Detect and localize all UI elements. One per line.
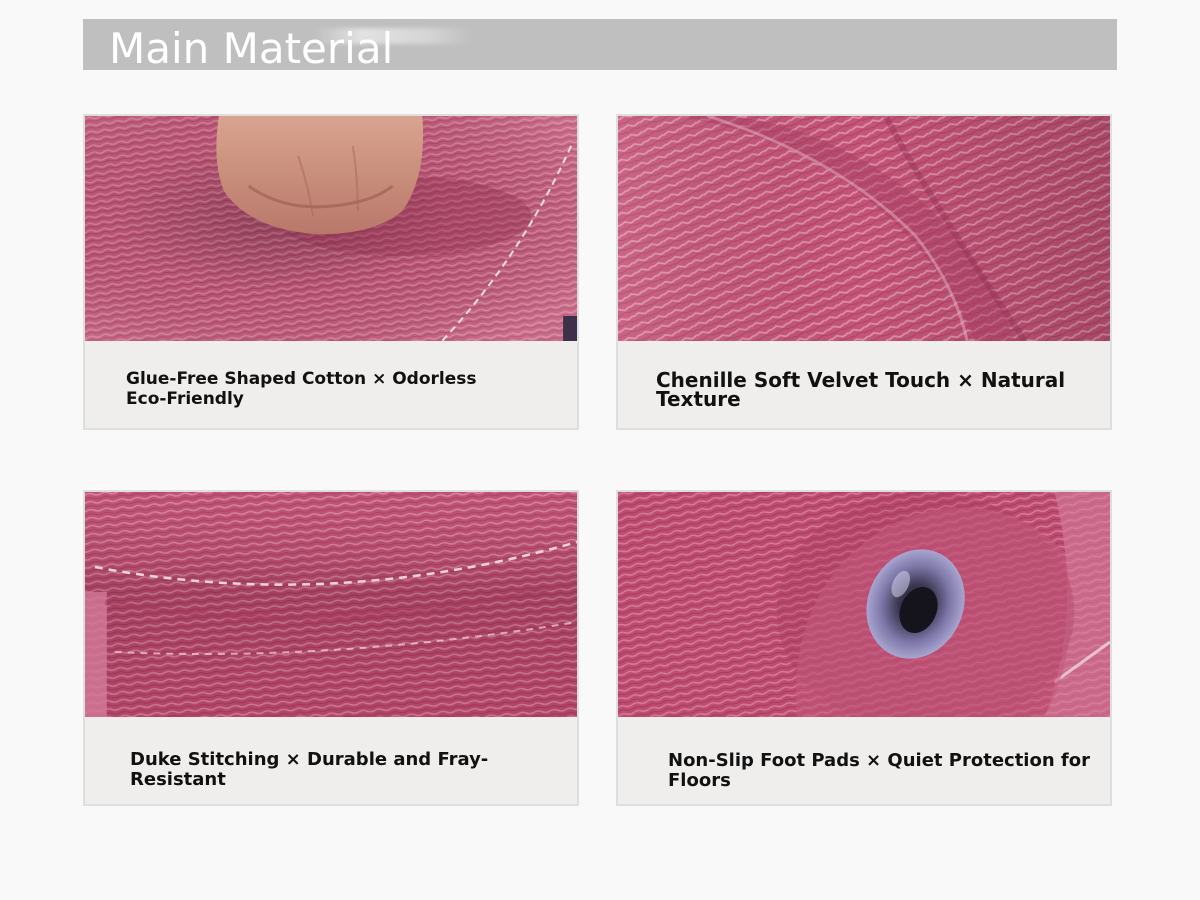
- feature-photo-chenille: [618, 116, 1110, 341]
- feature-card-cotton: Glue-Free Shaped Cotton × Odorless Eco-F…: [83, 114, 579, 430]
- feature-caption-foot-pads: Non-Slip Foot Pads × Quiet Protection fo…: [668, 750, 1090, 791]
- feature-caption-cotton: Glue-Free Shaped Cotton × Odorless Eco-F…: [126, 369, 477, 409]
- section-header: Main Material: [83, 19, 1117, 73]
- feature-photo-stitching: [85, 492, 577, 717]
- feature-photo-cotton: [85, 116, 577, 341]
- feature-card-foot-pads: Non-Slip Foot Pads × Quiet Protection fo…: [616, 490, 1112, 806]
- section-title: Main Material: [109, 24, 394, 73]
- feature-photo-foot-pads: [618, 492, 1110, 717]
- feature-card-chenille: Chenille Soft Velvet Touch × Natural Tex…: [616, 114, 1112, 430]
- feature-card-stitching: Duke Stitching × Durable and Fray-Resist…: [83, 490, 579, 806]
- feature-caption-stitching: Duke Stitching × Durable and Fray-Resist…: [130, 749, 489, 790]
- feature-caption-chenille: Chenille Soft Velvet Touch × Natural Tex…: [656, 368, 1066, 411]
